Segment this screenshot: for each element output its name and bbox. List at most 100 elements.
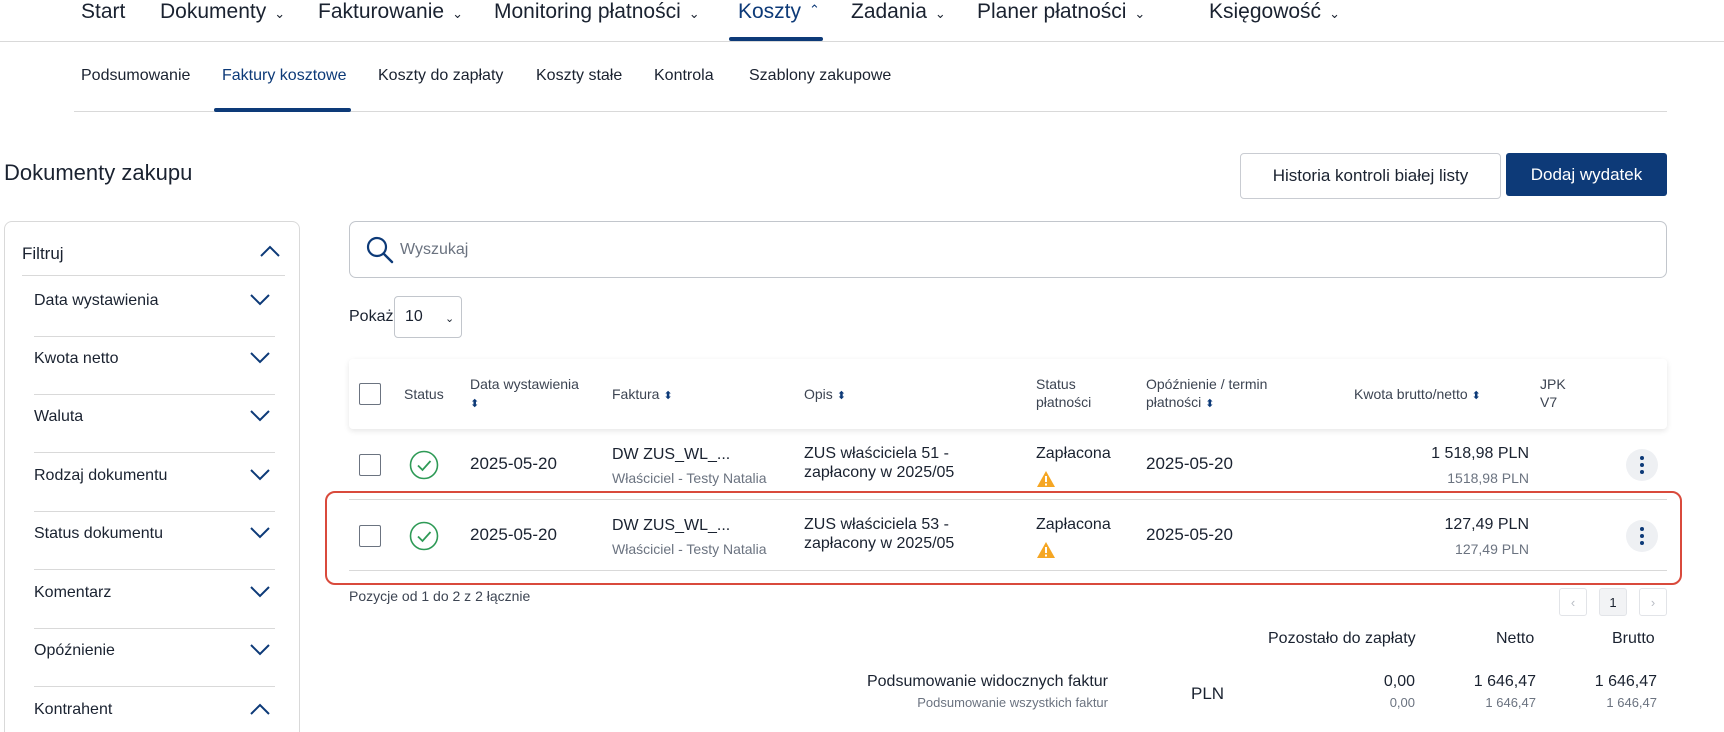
filter-title: Filtruj <box>22 244 64 263</box>
header-label: płatności <box>1146 394 1202 410</box>
search-box <box>349 221 1667 278</box>
pagination-summary: Pozycje od 1 do 2 z 2 łącznie <box>349 588 531 604</box>
filter-comment[interactable]: Komentarz <box>34 571 275 629</box>
filter-label: Rodzaj dokumentu <box>34 467 168 484</box>
nav-label: Księgowość <box>1209 0 1322 23</box>
chevron-down-icon <box>250 410 270 422</box>
nav-zadania[interactable]: Zadania ⌄ <box>851 0 946 42</box>
row-invoice[interactable]: DW ZUS_WL_... <box>612 446 730 464</box>
filter-contractor[interactable]: Kontrahent <box>34 688 275 732</box>
chevron-down-icon: ⌄ <box>934 6 946 21</box>
nav-label: Koszty <box>738 0 802 23</box>
active-nav-indicator <box>729 37 823 41</box>
header-invoice[interactable]: Faktura ⬍ <box>612 385 673 405</box>
sort-icon: ⬍ <box>470 398 480 410</box>
filter-label: Kwota netto <box>34 350 119 367</box>
filter-doc-status[interactable]: Status dokumentu <box>34 512 275 570</box>
nav-label: Monitoring płatności <box>494 0 681 23</box>
filter-doc-type[interactable]: Rodzaj dokumentu <box>34 454 275 512</box>
summary-visible-remaining: 0,00 <box>1383 673 1415 690</box>
header-label: Data wystawienia <box>470 376 579 392</box>
nav-ksiegowosc[interactable]: Księgowość ⌄ <box>1209 0 1340 42</box>
tab-koszty-stale[interactable]: Koszty stałe <box>536 67 622 85</box>
nav-label: Dokumenty <box>160 0 267 23</box>
row-gross: 1 518,98 PLN <box>1431 445 1529 462</box>
summary-currency: PLN <box>1191 684 1225 703</box>
summary-remaining-header: Pozostało do zapłaty <box>1268 630 1416 647</box>
nav-planer[interactable]: Planer płatności ⌄ <box>977 0 1145 42</box>
filter-net-amount[interactable]: Kwota netto <box>34 337 275 395</box>
header-label: płatności <box>1036 394 1092 410</box>
header-jpk: JPK V7 <box>1540 375 1566 411</box>
filter-currency[interactable]: Waluta <box>34 395 275 453</box>
header-label: Faktura <box>612 386 660 402</box>
row-desc-line1: ZUS właściciela 51 - <box>804 445 949 462</box>
summary-all-remaining: 0,00 <box>1389 695 1415 710</box>
tab-kontrola[interactable]: Kontrola <box>654 67 714 85</box>
header-label: Kwota brutto/netto <box>1354 386 1468 402</box>
row-due-date: 2025-05-20 <box>1146 454 1233 473</box>
header-label: V7 <box>1540 394 1558 410</box>
header-amount[interactable]: Kwota brutto/netto ⬍ <box>1354 385 1481 405</box>
page-1-button[interactable]: 1 <box>1599 588 1627 616</box>
filter-date[interactable]: Data wystawienia <box>34 279 275 337</box>
search-input[interactable] <box>400 236 1600 264</box>
header-status: Status <box>404 386 444 402</box>
chevron-down-icon <box>250 586 270 598</box>
row-desc-line2: zapłacony w 2025/05 <box>804 464 955 481</box>
nav-koszty[interactable]: Koszty ⌃ <box>738 0 820 42</box>
tab-koszty-do-zaplaty[interactable]: Koszty do zapłaty <box>378 67 503 85</box>
pagination: ‹ 1 › <box>1559 588 1667 616</box>
top-nav: Start Dokumenty ⌄ Fakturowanie ⌄ Monitorin… <box>0 0 1724 42</box>
chevron-up-icon <box>250 703 270 715</box>
row-date: 2025-05-20 <box>470 454 557 473</box>
chevron-down-icon: ⌄ <box>452 6 463 21</box>
nav-label: Planer płatności <box>977 0 1127 23</box>
header-desc[interactable]: Opis ⬍ <box>804 385 846 405</box>
nav-dokumenty[interactable]: Dokumenty ⌄ <box>160 0 285 42</box>
row-invoice-owner: Właściciel - Testy Natalia <box>612 470 767 486</box>
page-size-value: 10 <box>405 308 423 325</box>
add-expense-button[interactable]: Dodaj wydatek <box>1506 153 1667 196</box>
tab-faktury-kosztowe[interactable]: Faktury kosztowe <box>222 67 346 85</box>
chevron-up-icon <box>260 245 280 257</box>
summary-visible-label: Podsumowanie widocznych faktur <box>866 673 1108 690</box>
page-size-label: Pokaż <box>349 308 394 325</box>
check-circle-icon <box>409 450 439 480</box>
chevron-down-icon <box>250 352 270 364</box>
prev-page-button[interactable]: ‹ <box>1559 588 1587 616</box>
chevron-down-icon: ⌄ <box>688 6 700 21</box>
chevron-down-icon: ⌄ <box>1329 6 1340 21</box>
summary-all-gross: 1 646,47 <box>1606 695 1657 710</box>
chevron-down-icon <box>250 469 270 481</box>
row-checkbox[interactable] <box>359 454 381 476</box>
header-date[interactable]: Data wystawienia ⬍ <box>470 375 579 413</box>
sort-icon: ⬍ <box>1205 398 1215 410</box>
tab-podsumowanie[interactable]: Podsumowanie <box>81 67 190 85</box>
tab-szablony-zakupowe[interactable]: Szablony zakupowe <box>749 67 891 85</box>
history-button[interactable]: Historia kontroli białej listy <box>1240 153 1501 199</box>
sub-nav: Podsumowanie Faktury kosztowe Koszty do … <box>74 42 1667 112</box>
nav-fakturowanie[interactable]: Fakturowanie ⌄ <box>318 0 463 42</box>
filter-label: Komentarz <box>34 584 112 601</box>
table-header: Status Data wystawienia ⬍ Faktura ⬍ Opis … <box>349 359 1667 429</box>
filter-label: Status dokumentu <box>34 525 163 542</box>
filter-label: Waluta <box>34 408 84 425</box>
filter-label: Opóźnienie <box>34 642 115 659</box>
next-page-button[interactable]: › <box>1639 588 1667 616</box>
filter-header[interactable]: Filtruj <box>22 244 285 276</box>
table-row[interactable]: 2025-05-20 DW ZUS_WL_... Właściciel - Te… <box>349 430 1667 500</box>
search-icon <box>366 236 394 264</box>
nav-start[interactable]: Start <box>81 0 125 42</box>
chevron-down-icon: ⌄ <box>1134 6 1146 21</box>
header-delay[interactable]: Opóźnienie / termin płatności ⬍ <box>1146 375 1267 413</box>
nav-label: Zadania <box>851 0 927 23</box>
header-label: Opóźnienie / termin <box>1146 376 1268 392</box>
select-all-checkbox[interactable] <box>359 383 381 405</box>
nav-label: Start <box>81 0 126 23</box>
filter-delay[interactable]: Opóźnienie <box>34 629 275 687</box>
more-vert-icon[interactable] <box>1626 449 1658 481</box>
chevron-down-icon <box>250 527 270 539</box>
page-size-select[interactable]: 10 ⌄ <box>394 296 462 338</box>
nav-monitoring[interactable]: Monitoring płatności ⌄ <box>494 0 700 42</box>
